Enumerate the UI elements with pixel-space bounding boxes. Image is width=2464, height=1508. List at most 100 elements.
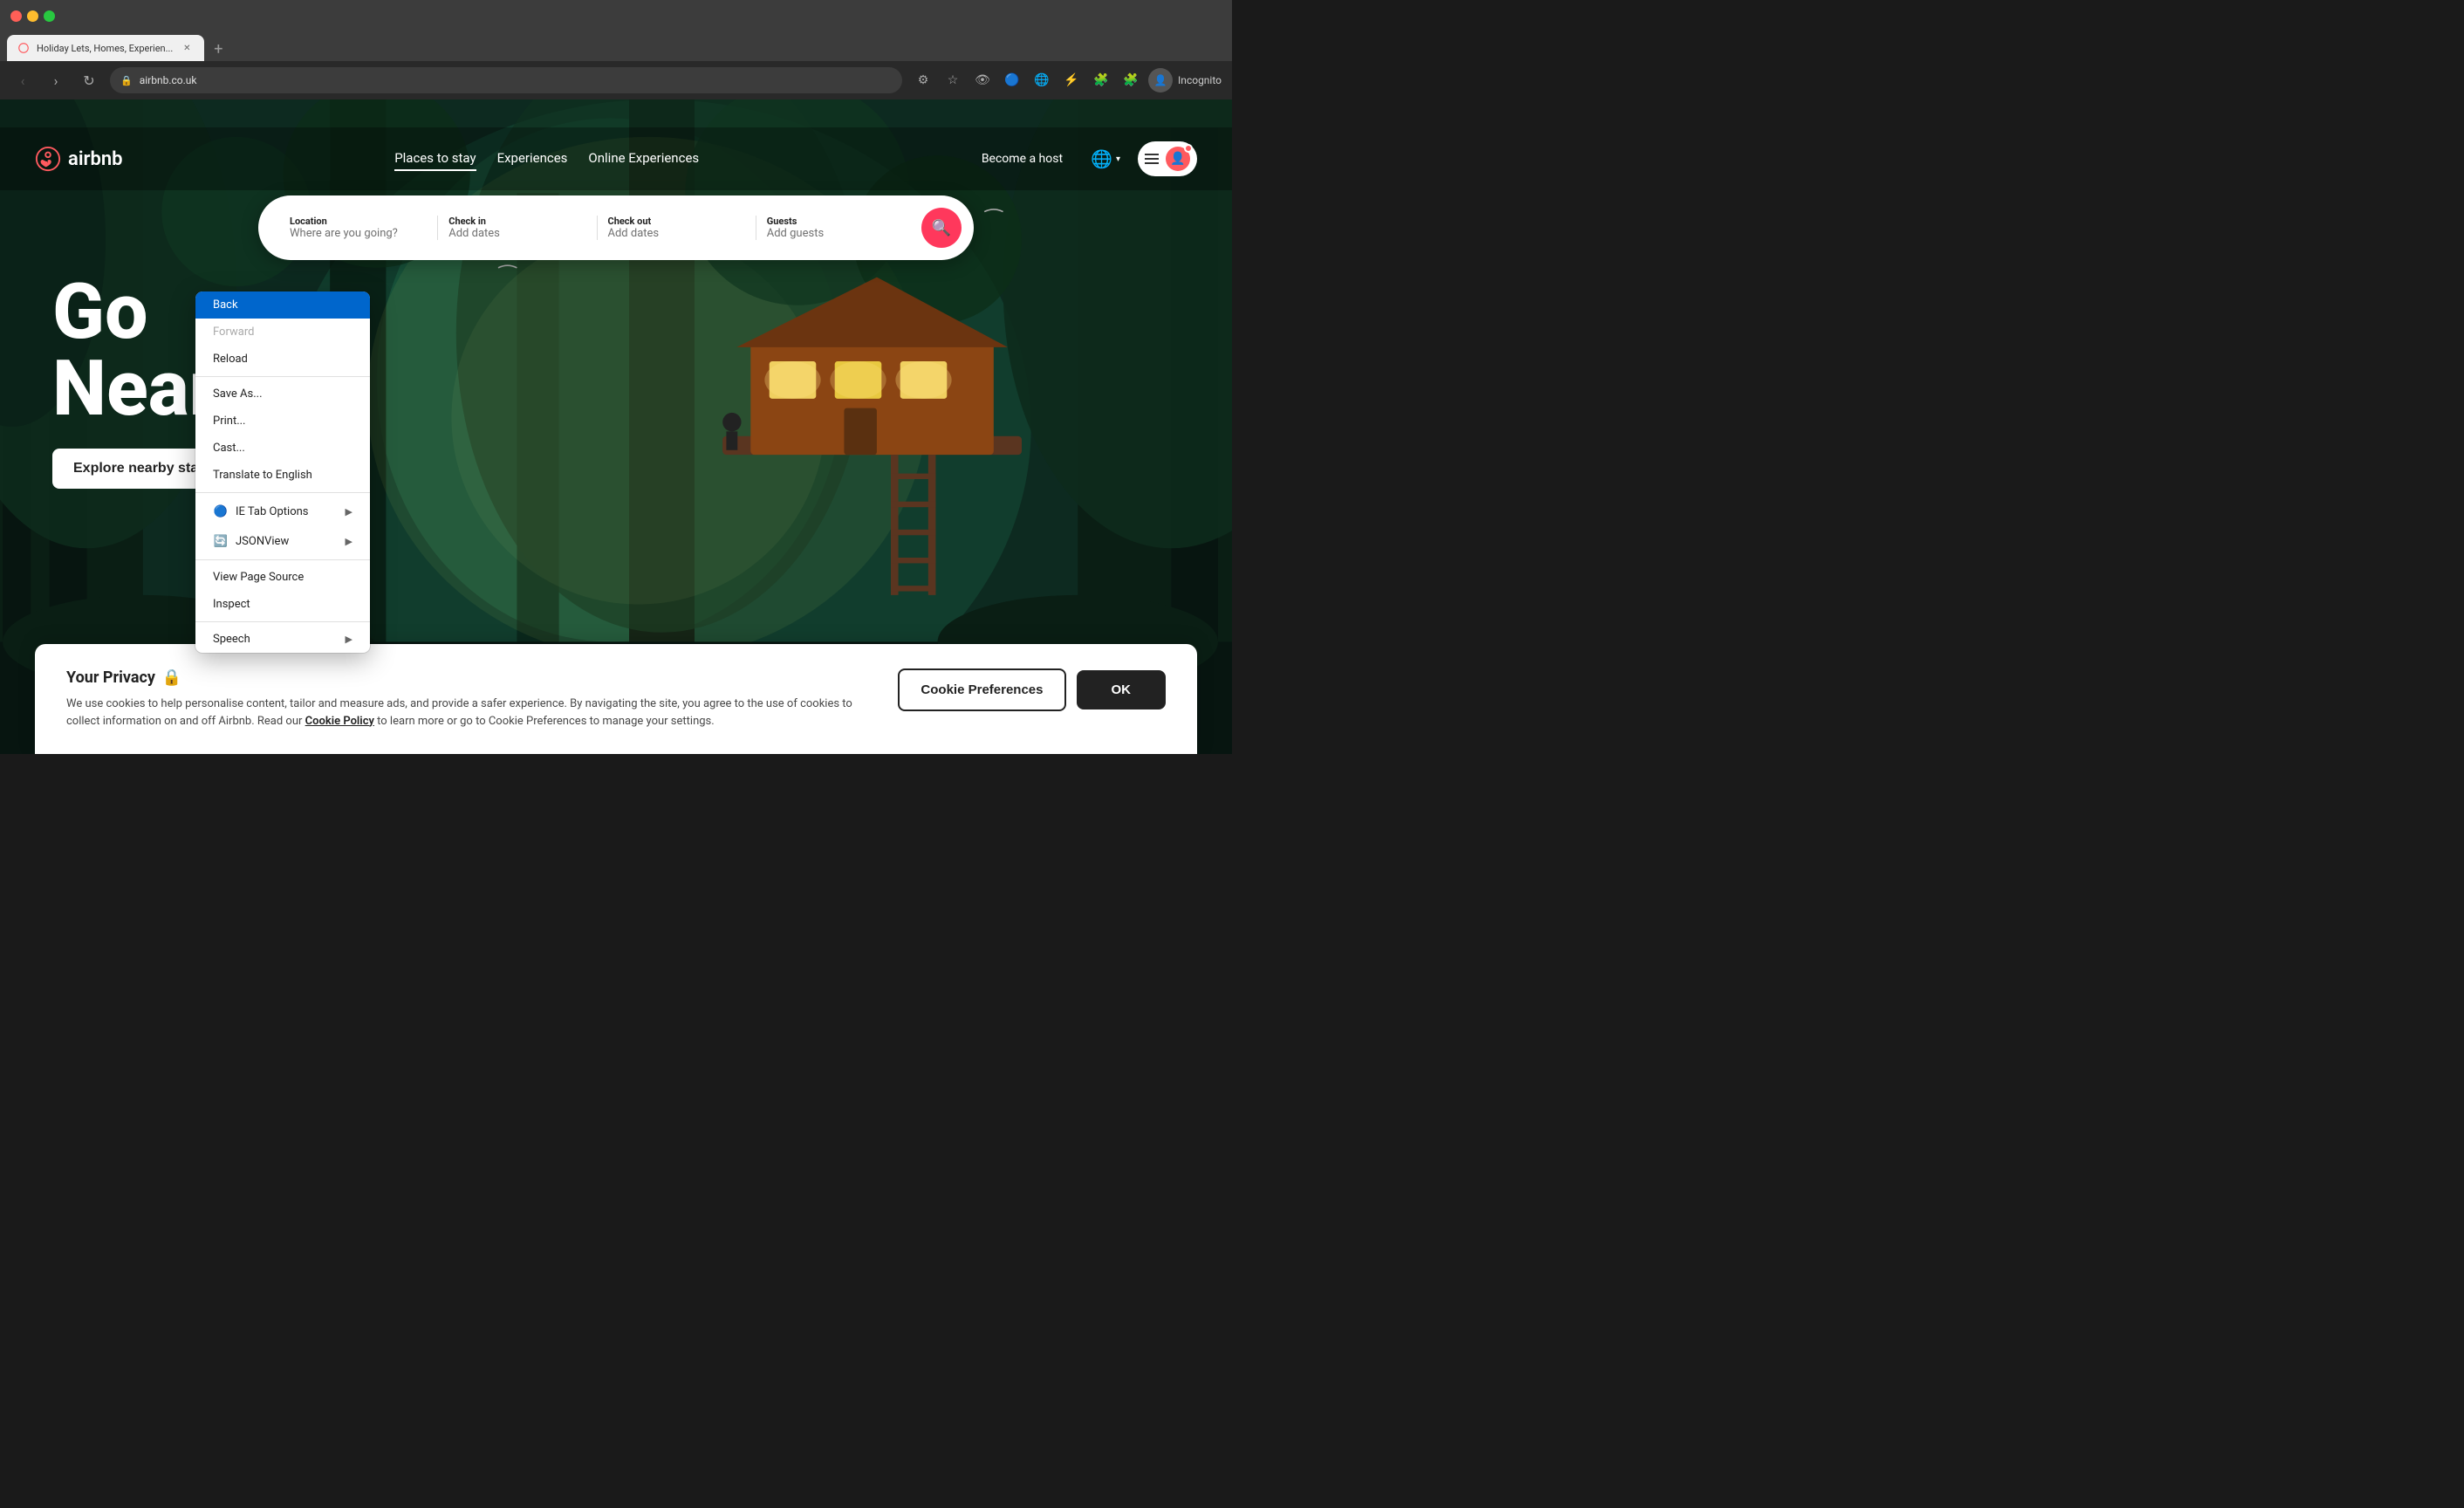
- context-menu-item-print[interactable]: Print...: [195, 408, 370, 435]
- puzzle-icon[interactable]: 🧩: [1119, 68, 1143, 93]
- location-label: Location: [290, 216, 427, 227]
- context-menu-separator-2: [195, 492, 370, 493]
- location-section[interactable]: Location Where are you going?: [279, 216, 438, 240]
- ok-button[interactable]: OK: [1077, 670, 1167, 709]
- search-bar: Location Where are you going? Check in A…: [258, 195, 974, 260]
- context-menu-cast-label: Cast...: [213, 442, 245, 455]
- eye-icon[interactable]: 👁: [970, 68, 995, 93]
- context-menu-jsonview-label: JSONView: [236, 535, 289, 548]
- url-bar[interactable]: 🔒 airbnb.co.uk: [110, 67, 902, 93]
- language-selector[interactable]: 🌐 ▾: [1084, 141, 1127, 176]
- context-menu-item-inspect[interactable]: Inspect: [195, 591, 370, 618]
- speech-arrow-icon: ▶: [346, 634, 352, 645]
- checkout-section[interactable]: Check out Add dates: [598, 216, 756, 240]
- cookie-preferences-button[interactable]: Cookie Preferences: [898, 668, 1065, 711]
- guests-label: Guests: [767, 216, 904, 227]
- context-menu-forward-label: Forward: [213, 326, 254, 339]
- extension-icon-3[interactable]: 🌐: [1030, 68, 1054, 93]
- guests-section[interactable]: Guests Add guests: [756, 216, 914, 240]
- privacy-content: Your Privacy 🔒 We use cookies to help pe…: [66, 668, 877, 730]
- checkin-section[interactable]: Check in Add dates: [438, 216, 597, 240]
- privacy-text-part2: to learn more or go to Cookie Preference…: [377, 715, 715, 728]
- close-button[interactable]: [10, 10, 22, 22]
- main-nav: Places to stay Experiences Online Experi…: [394, 147, 699, 171]
- ie-tab-arrow-icon: ▶: [346, 506, 352, 518]
- tab-close-button[interactable]: ✕: [180, 41, 194, 55]
- context-menu-back-label: Back: [213, 298, 238, 312]
- context-menu-item-cast[interactable]: Cast...: [195, 435, 370, 462]
- context-menu-print-label: Print...: [213, 415, 245, 428]
- cookie-policy-link[interactable]: Cookie Policy: [305, 715, 374, 728]
- jsonview-icon: 🔄: [213, 533, 229, 549]
- privacy-banner: Your Privacy 🔒 We use cookies to help pe…: [35, 644, 1197, 754]
- context-menu-ie-tab-label: IE Tab Options: [236, 505, 309, 518]
- context-menu-item-forward[interactable]: Forward: [195, 319, 370, 346]
- privacy-title: Your Privacy 🔒: [66, 668, 877, 687]
- incognito-label: Incognito: [1178, 74, 1222, 86]
- airbnb-logo[interactable]: airbnb: [35, 146, 123, 172]
- browser-chrome: Holiday Lets, Homes, Experien... ✕ + ‹ ›…: [0, 0, 1232, 99]
- privacy-title-text: Your Privacy: [66, 668, 155, 687]
- privacy-text: We use cookies to help personalise conte…: [66, 696, 877, 730]
- forward-button[interactable]: ›: [44, 68, 68, 93]
- context-menu-separator-4: [195, 621, 370, 622]
- context-menu-item-translate[interactable]: Translate to English: [195, 462, 370, 489]
- ie-tab-icon: 🔵: [213, 504, 229, 519]
- nav-places-to-stay[interactable]: Places to stay: [394, 147, 476, 171]
- checkin-value: Add dates: [448, 227, 585, 240]
- back-button[interactable]: ‹: [10, 68, 35, 93]
- extension-icon-1[interactable]: ⚙: [911, 68, 935, 93]
- become-host-button[interactable]: Become a host: [971, 145, 1073, 173]
- context-menu-save-as-label: Save As...: [213, 387, 263, 401]
- context-menu-item-jsonview[interactable]: 🔄 JSONView ▶: [195, 526, 370, 556]
- nav-experiences[interactable]: Experiences: [497, 147, 568, 171]
- context-menu-item-reload[interactable]: Reload: [195, 346, 370, 373]
- extension-icon-5[interactable]: 🧩: [1089, 68, 1113, 93]
- search-icon: 🔍: [932, 219, 951, 237]
- checkout-label: Check out: [608, 216, 745, 227]
- context-menu-item-back[interactable]: Back: [195, 291, 370, 319]
- chevron-down-icon: ▾: [1116, 154, 1120, 164]
- context-menu-translate-label: Translate to English: [213, 469, 312, 482]
- header-right: Become a host 🌐 ▾ 👤: [971, 141, 1197, 176]
- guests-value: Add guests: [767, 227, 904, 240]
- bookmark-icon[interactable]: ☆: [941, 68, 965, 93]
- privacy-lock-icon: 🔒: [162, 668, 181, 687]
- notification-badge: [1184, 144, 1193, 153]
- search-button[interactable]: 🔍: [921, 208, 962, 248]
- context-menu-speech-label: Speech: [213, 633, 250, 646]
- profile-icon[interactable]: 👤: [1148, 68, 1173, 93]
- context-menu-item-view-source[interactable]: View Page Source: [195, 564, 370, 591]
- minimize-button[interactable]: [27, 10, 38, 22]
- user-menu-button[interactable]: 👤: [1138, 141, 1197, 176]
- new-tab-button[interactable]: +: [206, 37, 230, 61]
- context-menu-item-speech[interactable]: Speech ▶: [195, 626, 370, 653]
- globe-icon: 🌐: [1091, 148, 1112, 169]
- tab-favicon: [17, 42, 30, 54]
- context-menu-separator-1: [195, 376, 370, 377]
- context-menu-item-save-as[interactable]: Save As...: [195, 380, 370, 408]
- avatar: 👤: [1166, 147, 1190, 171]
- lock-icon: 🔒: [120, 75, 133, 86]
- location-value: Where are you going?: [290, 227, 427, 240]
- tab-title: Holiday Lets, Homes, Experien...: [37, 43, 173, 54]
- nav-online-experiences[interactable]: Online Experiences: [588, 147, 699, 171]
- context-menu: Back Forward Reload Save As... Print... …: [195, 291, 370, 653]
- context-menu-view-source-label: View Page Source: [213, 571, 304, 584]
- context-menu-item-ie-tab[interactable]: 🔵 IE Tab Options ▶: [195, 497, 370, 526]
- maximize-button[interactable]: [44, 10, 55, 22]
- context-menu-reload-label: Reload: [213, 353, 248, 366]
- tabs-bar: Holiday Lets, Homes, Experien... ✕ +: [0, 31, 1232, 61]
- extension-icon-4[interactable]: ⚡: [1059, 68, 1084, 93]
- reload-button[interactable]: ↻: [77, 68, 101, 93]
- airbnb-header: airbnb Places to stay Experiences Online…: [0, 127, 1232, 190]
- toolbar-icons: ⚙ ☆ 👁 🔵 🌐 ⚡ 🧩 🧩 👤 Incognito: [911, 68, 1222, 93]
- active-tab[interactable]: Holiday Lets, Homes, Experien... ✕: [7, 35, 204, 61]
- checkin-label: Check in: [448, 216, 585, 227]
- hamburger-icon: [1145, 154, 1159, 164]
- checkout-value: Add dates: [608, 227, 745, 240]
- traffic-lights: [10, 10, 55, 22]
- extension-icon-2[interactable]: 🔵: [1000, 68, 1024, 93]
- url-text: airbnb.co.uk: [140, 74, 197, 86]
- privacy-buttons: Cookie Preferences OK: [898, 668, 1166, 711]
